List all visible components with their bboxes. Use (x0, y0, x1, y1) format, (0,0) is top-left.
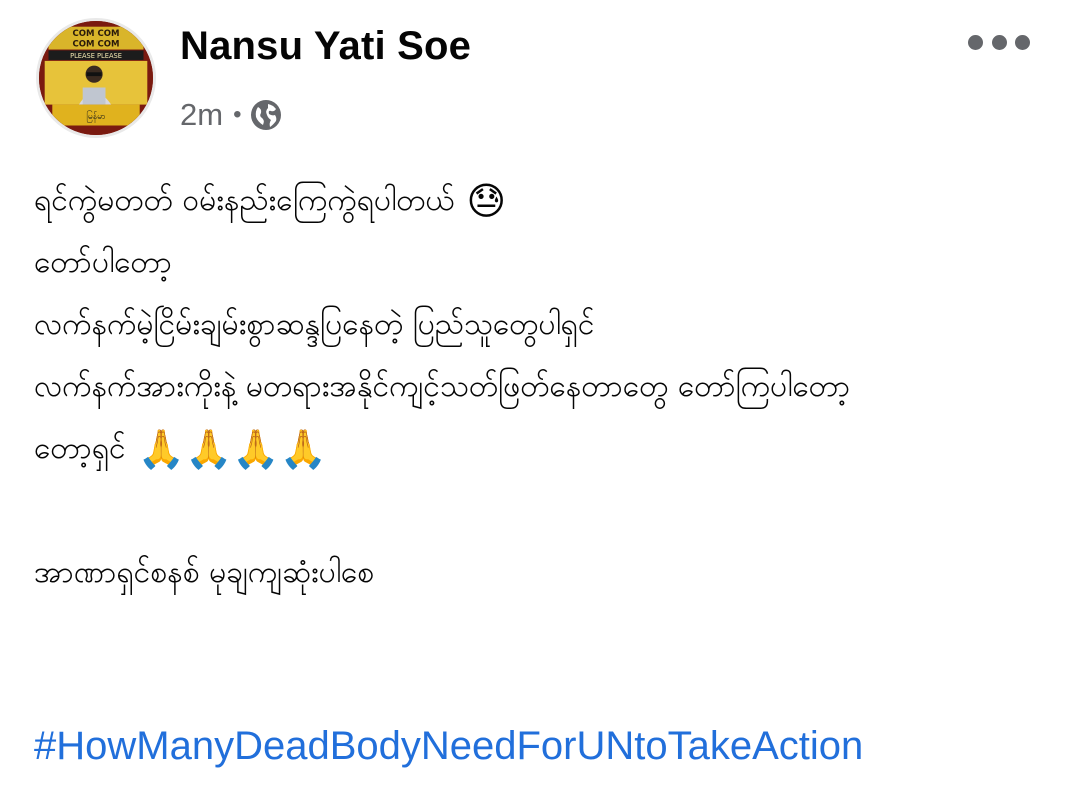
avatar-sign-top: COM COM (72, 29, 119, 39)
post-line-3: လက်နက်မဲ့ငြိမ်းချမ်းစွာဆန္ဒပြနေတဲ့ ပြည်သ… (34, 294, 1044, 356)
post-line-1: ရင်ကွဲမတတ် ဝမ်းနည်းကြေကွဲရပါတယ် 😓 (34, 170, 1044, 232)
post-line-5: တော့ရှင် 🙏🙏🙏🙏 (34, 418, 1044, 480)
post-meta: 2m • (180, 95, 283, 135)
avatar-caption: မြန်မာ (86, 110, 105, 123)
post-line-4: လက်နက်အားကိုးနဲ့ မတရားအနိုင်ကျင့်သတ်ဖြတ်… (34, 356, 1044, 418)
post-line-text: အာဏာရှင်စနစ် မုချကျဆုံးပါစေ (34, 555, 375, 590)
more-options-button[interactable] (968, 28, 1030, 56)
author-name[interactable]: Nansu Yati Soe (180, 22, 471, 70)
post-line-text: တော်ပါတော့ (34, 245, 172, 280)
meta-separator: • (233, 101, 242, 128)
post-line-text: လက်နက်မဲ့ငြိမ်းချမ်းစွာဆန္ဒပြနေတဲ့ ပြည်သ… (34, 307, 595, 342)
avatar-sign-mid: PLEASE PLEASE (70, 52, 122, 60)
post-line-6: အာဏာရှင်စနစ် မုချကျဆုံးပါစေ (34, 542, 1044, 604)
sad-sweat-emoji-icon: 😓 (466, 179, 507, 223)
more-dot (1015, 34, 1030, 50)
post-time[interactable]: 2m (180, 97, 223, 133)
more-dot (991, 34, 1007, 50)
facebook-post: COM COM COM COM PLEASE PLEASE မြန်မာ Nan… (0, 0, 1079, 795)
post-line-text: ရင်ကွဲမတတ် ဝမ်းနည်းကြေကွဲရပါတယ် (34, 183, 455, 218)
post-line-text: တော့ရှင် (34, 431, 126, 466)
avatar-sign-top-2: COM COM (72, 40, 119, 50)
avatar[interactable]: COM COM COM COM PLEASE PLEASE မြန်မာ (36, 18, 156, 138)
post-line-2: တော်ပါတော့ (34, 232, 1044, 294)
post-line-text: လက်နက်အားကိုးနဲ့ မတရားအနိုင်ကျင့်သတ်ဖြတ်… (34, 369, 851, 404)
folded-hands-emoji-icon: 🙏🙏🙏🙏 (137, 427, 327, 471)
hashtag-link[interactable]: #HowManyDeadBodyNeedForUNtoTakeAction (34, 718, 863, 774)
globe-icon[interactable] (249, 98, 283, 132)
more-dot (968, 34, 983, 50)
avatar-image: COM COM COM COM PLEASE PLEASE မြန်မာ (39, 21, 153, 135)
post-body: ရင်ကွဲမတတ် ဝမ်းနည်းကြေကွဲရပါတယ် 😓 တော်ပါ… (34, 170, 1044, 604)
